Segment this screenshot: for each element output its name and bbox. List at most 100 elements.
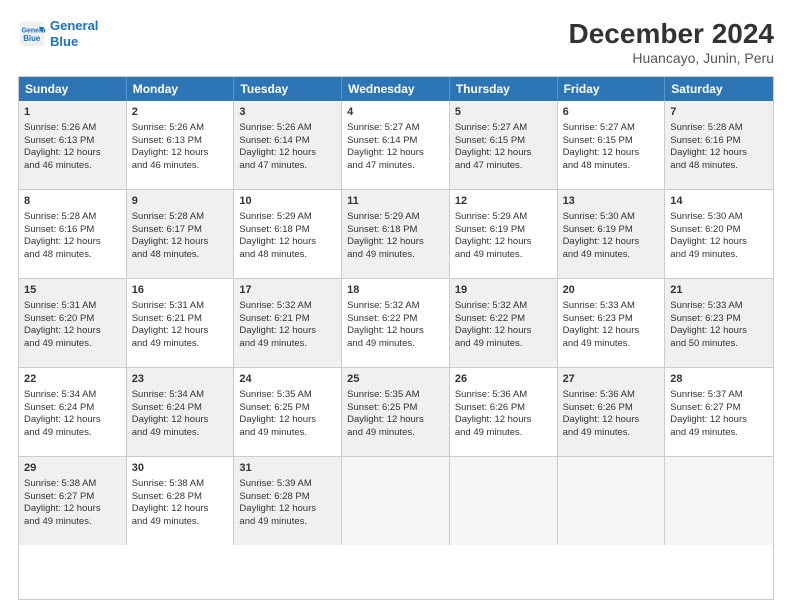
- day-info-line: Daylight: 12 hours: [24, 325, 121, 338]
- day-info-line: and 49 minutes.: [670, 427, 768, 440]
- calendar-day-25: 25Sunrise: 5:35 AMSunset: 6:25 PMDayligh…: [342, 368, 450, 456]
- day-info-line: Daylight: 12 hours: [563, 414, 660, 427]
- day-info-line: and 49 minutes.: [455, 427, 552, 440]
- day-info-line: Sunset: 6:15 PM: [455, 135, 552, 148]
- day-number: 9: [132, 194, 229, 209]
- day-number: 11: [347, 194, 444, 209]
- day-info-line: Sunset: 6:15 PM: [563, 135, 660, 148]
- title-block: December 2024 Huancayo, Junin, Peru: [569, 18, 774, 66]
- day-info-line: Sunset: 6:25 PM: [347, 402, 444, 415]
- day-info-line: Sunrise: 5:31 AM: [24, 300, 121, 313]
- day-info-line: Daylight: 12 hours: [24, 236, 121, 249]
- day-info-line: and 48 minutes.: [670, 160, 768, 173]
- calendar-day-16: 16Sunrise: 5:31 AMSunset: 6:21 PMDayligh…: [127, 279, 235, 367]
- day-number: 25: [347, 372, 444, 387]
- calendar-day-23: 23Sunrise: 5:34 AMSunset: 6:24 PMDayligh…: [127, 368, 235, 456]
- day-number: 24: [239, 372, 336, 387]
- day-number: 20: [563, 283, 660, 298]
- day-number: 12: [455, 194, 552, 209]
- calendar-day-9: 9Sunrise: 5:28 AMSunset: 6:17 PMDaylight…: [127, 190, 235, 278]
- calendar-day-31: 31Sunrise: 5:39 AMSunset: 6:28 PMDayligh…: [234, 457, 342, 545]
- day-info-line: Daylight: 12 hours: [239, 414, 336, 427]
- day-info-line: Sunrise: 5:27 AM: [563, 122, 660, 135]
- day-info-line: Daylight: 12 hours: [670, 147, 768, 160]
- day-of-week-sunday: Sunday: [19, 77, 127, 101]
- day-info-line: Daylight: 12 hours: [670, 325, 768, 338]
- day-info-line: Daylight: 12 hours: [347, 236, 444, 249]
- day-info-line: and 49 minutes.: [132, 338, 229, 351]
- day-info-line: Sunrise: 5:29 AM: [239, 211, 336, 224]
- day-info-line: Sunset: 6:20 PM: [670, 224, 768, 237]
- day-number: 13: [563, 194, 660, 209]
- day-info-line: Sunrise: 5:38 AM: [132, 478, 229, 491]
- calendar-week-3: 15Sunrise: 5:31 AMSunset: 6:20 PMDayligh…: [19, 278, 773, 367]
- day-info-line: Daylight: 12 hours: [132, 414, 229, 427]
- calendar-day-20: 20Sunrise: 5:33 AMSunset: 6:23 PMDayligh…: [558, 279, 666, 367]
- day-info-line: Sunset: 6:20 PM: [24, 313, 121, 326]
- calendar-day-19: 19Sunrise: 5:32 AMSunset: 6:22 PMDayligh…: [450, 279, 558, 367]
- day-of-week-saturday: Saturday: [665, 77, 773, 101]
- day-number: 18: [347, 283, 444, 298]
- day-info-line: Daylight: 12 hours: [132, 503, 229, 516]
- day-number: 26: [455, 372, 552, 387]
- day-number: 6: [563, 105, 660, 120]
- day-info-line: and 49 minutes.: [563, 427, 660, 440]
- calendar-day-22: 22Sunrise: 5:34 AMSunset: 6:24 PMDayligh…: [19, 368, 127, 456]
- day-number: 29: [24, 461, 121, 476]
- day-info-line: Sunrise: 5:33 AM: [563, 300, 660, 313]
- calendar-day-14: 14Sunrise: 5:30 AMSunset: 6:20 PMDayligh…: [665, 190, 773, 278]
- day-info-line: Sunrise: 5:33 AM: [670, 300, 768, 313]
- day-number: 16: [132, 283, 229, 298]
- day-info-line: and 49 minutes.: [132, 427, 229, 440]
- calendar-day-2: 2Sunrise: 5:26 AMSunset: 6:13 PMDaylight…: [127, 101, 235, 189]
- day-info-line: Sunrise: 5:34 AM: [24, 389, 121, 402]
- day-info-line: Sunrise: 5:29 AM: [347, 211, 444, 224]
- day-info-line: and 49 minutes.: [239, 427, 336, 440]
- day-info-line: Sunset: 6:24 PM: [132, 402, 229, 415]
- day-info-line: Sunrise: 5:30 AM: [563, 211, 660, 224]
- calendar-day-26: 26Sunrise: 5:36 AMSunset: 6:26 PMDayligh…: [450, 368, 558, 456]
- calendar-week-5: 29Sunrise: 5:38 AMSunset: 6:27 PMDayligh…: [19, 456, 773, 545]
- day-info-line: Sunset: 6:27 PM: [24, 491, 121, 504]
- day-info-line: and 49 minutes.: [347, 427, 444, 440]
- day-info-line: and 48 minutes.: [132, 249, 229, 262]
- calendar-day-28: 28Sunrise: 5:37 AMSunset: 6:27 PMDayligh…: [665, 368, 773, 456]
- day-info-line: and 49 minutes.: [347, 338, 444, 351]
- day-info-line: Daylight: 12 hours: [347, 414, 444, 427]
- day-number: 19: [455, 283, 552, 298]
- calendar-day-12: 12Sunrise: 5:29 AMSunset: 6:19 PMDayligh…: [450, 190, 558, 278]
- day-info-line: Sunset: 6:13 PM: [24, 135, 121, 148]
- day-info-line: Sunrise: 5:35 AM: [239, 389, 336, 402]
- logo: General Blue General Blue: [18, 18, 98, 49]
- day-info-line: Daylight: 12 hours: [132, 147, 229, 160]
- day-info-line: and 49 minutes.: [563, 338, 660, 351]
- day-info-line: Sunset: 6:14 PM: [347, 135, 444, 148]
- day-info-line: Sunrise: 5:32 AM: [239, 300, 336, 313]
- day-info-line: and 49 minutes.: [455, 249, 552, 262]
- logo-text: General: [50, 18, 98, 34]
- day-info-line: Daylight: 12 hours: [455, 414, 552, 427]
- calendar-day-3: 3Sunrise: 5:26 AMSunset: 6:14 PMDaylight…: [234, 101, 342, 189]
- calendar-body: 1 Sunrise: 5:26 AM Sunset: 6:13 PM Daylight…: [19, 101, 773, 545]
- calendar-day-15: 15Sunrise: 5:31 AMSunset: 6:20 PMDayligh…: [19, 279, 127, 367]
- day-info-line: and 49 minutes.: [239, 338, 336, 351]
- calendar-day-17: 17Sunrise: 5:32 AMSunset: 6:21 PMDayligh…: [234, 279, 342, 367]
- calendar-empty-cell: [665, 457, 773, 545]
- day-number: 1: [24, 105, 121, 120]
- day-number: 30: [132, 461, 229, 476]
- day-info-line: Daylight: 12 hours: [239, 147, 336, 160]
- day-number: 28: [670, 372, 768, 387]
- calendar-day-5: 5Sunrise: 5:27 AMSunset: 6:15 PMDaylight…: [450, 101, 558, 189]
- day-number: 23: [132, 372, 229, 387]
- day-info-line: Sunrise: 5:38 AM: [24, 478, 121, 491]
- day-info-line: Sunrise: 5:26 AM: [132, 122, 229, 135]
- day-info-line: Sunset: 6:16 PM: [24, 224, 121, 237]
- day-info-line: and 48 minutes.: [563, 160, 660, 173]
- calendar: SundayMondayTuesdayWednesdayThursdayFrid…: [18, 76, 774, 600]
- day-number: 22: [24, 372, 121, 387]
- day-info-line: Sunset: 6:25 PM: [239, 402, 336, 415]
- day-of-week-tuesday: Tuesday: [234, 77, 342, 101]
- day-info-line: Sunset: 6:17 PM: [132, 224, 229, 237]
- day-info-line: Sunset: 6:16 PM: [670, 135, 768, 148]
- day-info-line: Sunset: 6:19 PM: [455, 224, 552, 237]
